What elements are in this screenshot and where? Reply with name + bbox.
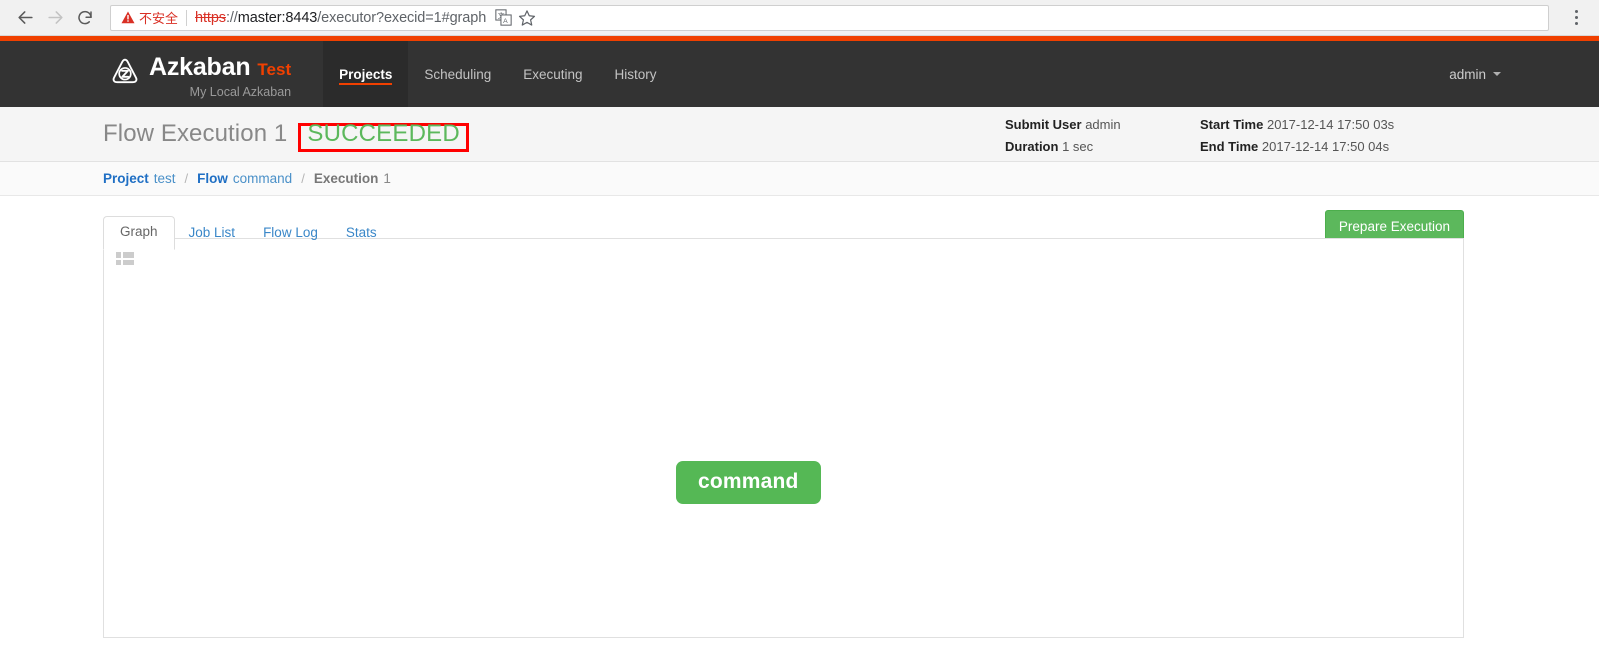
meta-value: admin	[1085, 117, 1121, 132]
breadcrumb-value: test	[153, 171, 176, 186]
meta-value: 2017-12-14 17:50 03s	[1266, 117, 1395, 132]
tab-label: Flow Log	[263, 225, 318, 240]
breadcrumb-value: command	[232, 171, 293, 186]
grid-panel-icon[interactable]	[116, 252, 134, 266]
nav-item-executing[interactable]: Executing	[507, 41, 598, 107]
nav-item-history[interactable]: History	[599, 41, 673, 107]
page-title: Flow Execution 1	[103, 120, 288, 147]
annotation-box-status: SUCCEEDED	[298, 120, 469, 153]
graph-panel[interactable]: 变成绿色的command了，说明执行成功了 command	[103, 238, 1464, 638]
tab-bar: Graph Job List Flow Log Stats	[103, 216, 391, 250]
tab-label: Job List	[188, 225, 236, 240]
chevron-down-icon	[1493, 72, 1501, 76]
star-icon[interactable]	[516, 7, 538, 29]
user-menu[interactable]: admin	[1449, 41, 1501, 107]
back-arrow-icon[interactable]	[10, 3, 40, 33]
meta-label: Submit User	[1005, 117, 1082, 132]
brand-subtitle: My Local Azkaban	[189, 85, 292, 99]
meta-end-time: End Time 2017-12-14 17:50 04s	[1200, 138, 1394, 156]
url-scheme: https	[195, 9, 226, 26]
url-punct: ://	[225, 9, 238, 26]
security-warning-label: 不安全	[139, 11, 179, 26]
breadcrumb-separator: /	[301, 171, 305, 186]
security-warning[interactable]: 不安全	[117, 8, 184, 27]
tab-graph[interactable]: Graph	[103, 216, 175, 250]
meta-start-time: Start Time 2017-12-14 17:50 03s	[1200, 116, 1394, 134]
status-annotation-wrap: SUCCEEDED	[298, 121, 469, 153]
meta-value: 1 sec	[1062, 138, 1094, 154]
status-badge: SUCCEEDED	[307, 120, 460, 148]
meta-label: Start Time	[1200, 117, 1264, 132]
meta-label: End Time	[1200, 138, 1259, 154]
breadcrumb-item-project[interactable]: Project test	[103, 171, 176, 186]
reload-icon[interactable]	[70, 3, 100, 33]
breadcrumb: Project test / Flow command / Execution …	[0, 162, 1599, 196]
app-header: Azkaban Test My Local Azkaban Projects S…	[0, 41, 1599, 107]
nav-item-scheduling[interactable]: Scheduling	[408, 41, 507, 107]
nav-item-label: Executing	[523, 66, 583, 82]
brand-environment: Test	[257, 60, 292, 79]
breadcrumb-item-execution: Execution 1	[314, 171, 391, 186]
breadcrumb-item-flow[interactable]: Flow command	[197, 171, 292, 186]
brand-name: Azkaban	[149, 53, 251, 81]
brand[interactable]: Azkaban Test My Local Azkaban	[0, 41, 291, 107]
execution-title-group: Flow Execution 1 SUCCEEDED	[103, 120, 469, 153]
translate-icon[interactable]: 文 A	[492, 7, 514, 29]
meta-submit-user: Submit User admin	[1005, 116, 1200, 134]
nav-item-projects[interactable]: Projects	[323, 41, 409, 107]
nav-active-underline	[339, 83, 393, 85]
execution-header: Flow Execution 1 SUCCEEDED Submit User a…	[0, 107, 1599, 162]
url-text: https://master:8443/executor?execid=1#gr…	[195, 10, 486, 26]
svg-text:A: A	[503, 18, 508, 25]
breadcrumb-label: Execution	[313, 171, 379, 186]
nav-item-label: Scheduling	[424, 66, 492, 82]
nav-item-label: History	[614, 66, 657, 82]
forward-arrow-icon	[40, 3, 70, 33]
breadcrumb-separator: /	[184, 171, 189, 186]
execution-meta: Submit User admin Duration 1 sec Start T…	[1005, 116, 1394, 155]
address-bar[interactable]: 不安全 https://master:8443/executor?execid=…	[110, 4, 1549, 31]
breadcrumb-value: 1	[383, 171, 391, 186]
main-nav: Projects Scheduling Executing History	[323, 41, 672, 107]
user-menu-label: admin	[1449, 66, 1486, 82]
three-dot-menu-icon[interactable]	[1563, 3, 1589, 33]
omnibox-divider	[186, 9, 188, 26]
tab-job-list[interactable]: Job List	[175, 217, 250, 249]
url-path: /executor?execid=1#graph	[317, 9, 487, 26]
meta-label: Duration	[1005, 138, 1059, 154]
warning-triangle-icon	[121, 11, 135, 24]
meta-duration: Duration 1 sec	[1005, 138, 1200, 156]
main-content: 日志信息 Graph Job List Flow Log Stats Prepa…	[0, 196, 1599, 638]
azkaban-logo-icon	[110, 57, 140, 92]
tab-flow-log[interactable]: Flow Log	[249, 217, 332, 249]
nav-item-label: Projects	[339, 66, 393, 82]
tab-label: Stats	[345, 225, 377, 240]
graph-node-command[interactable]: command	[676, 461, 821, 505]
tab-label: Graph	[120, 224, 158, 239]
meta-value: 2017-12-14 17:50 04s	[1261, 138, 1390, 154]
tab-stats[interactable]: Stats	[332, 217, 391, 249]
breadcrumb-label: Flow	[197, 171, 228, 186]
url-host: master:8443	[237, 9, 318, 26]
breadcrumb-label: Project	[103, 171, 149, 186]
browser-toolbar: 不安全 https://master:8443/executor?execid=…	[0, 0, 1599, 36]
